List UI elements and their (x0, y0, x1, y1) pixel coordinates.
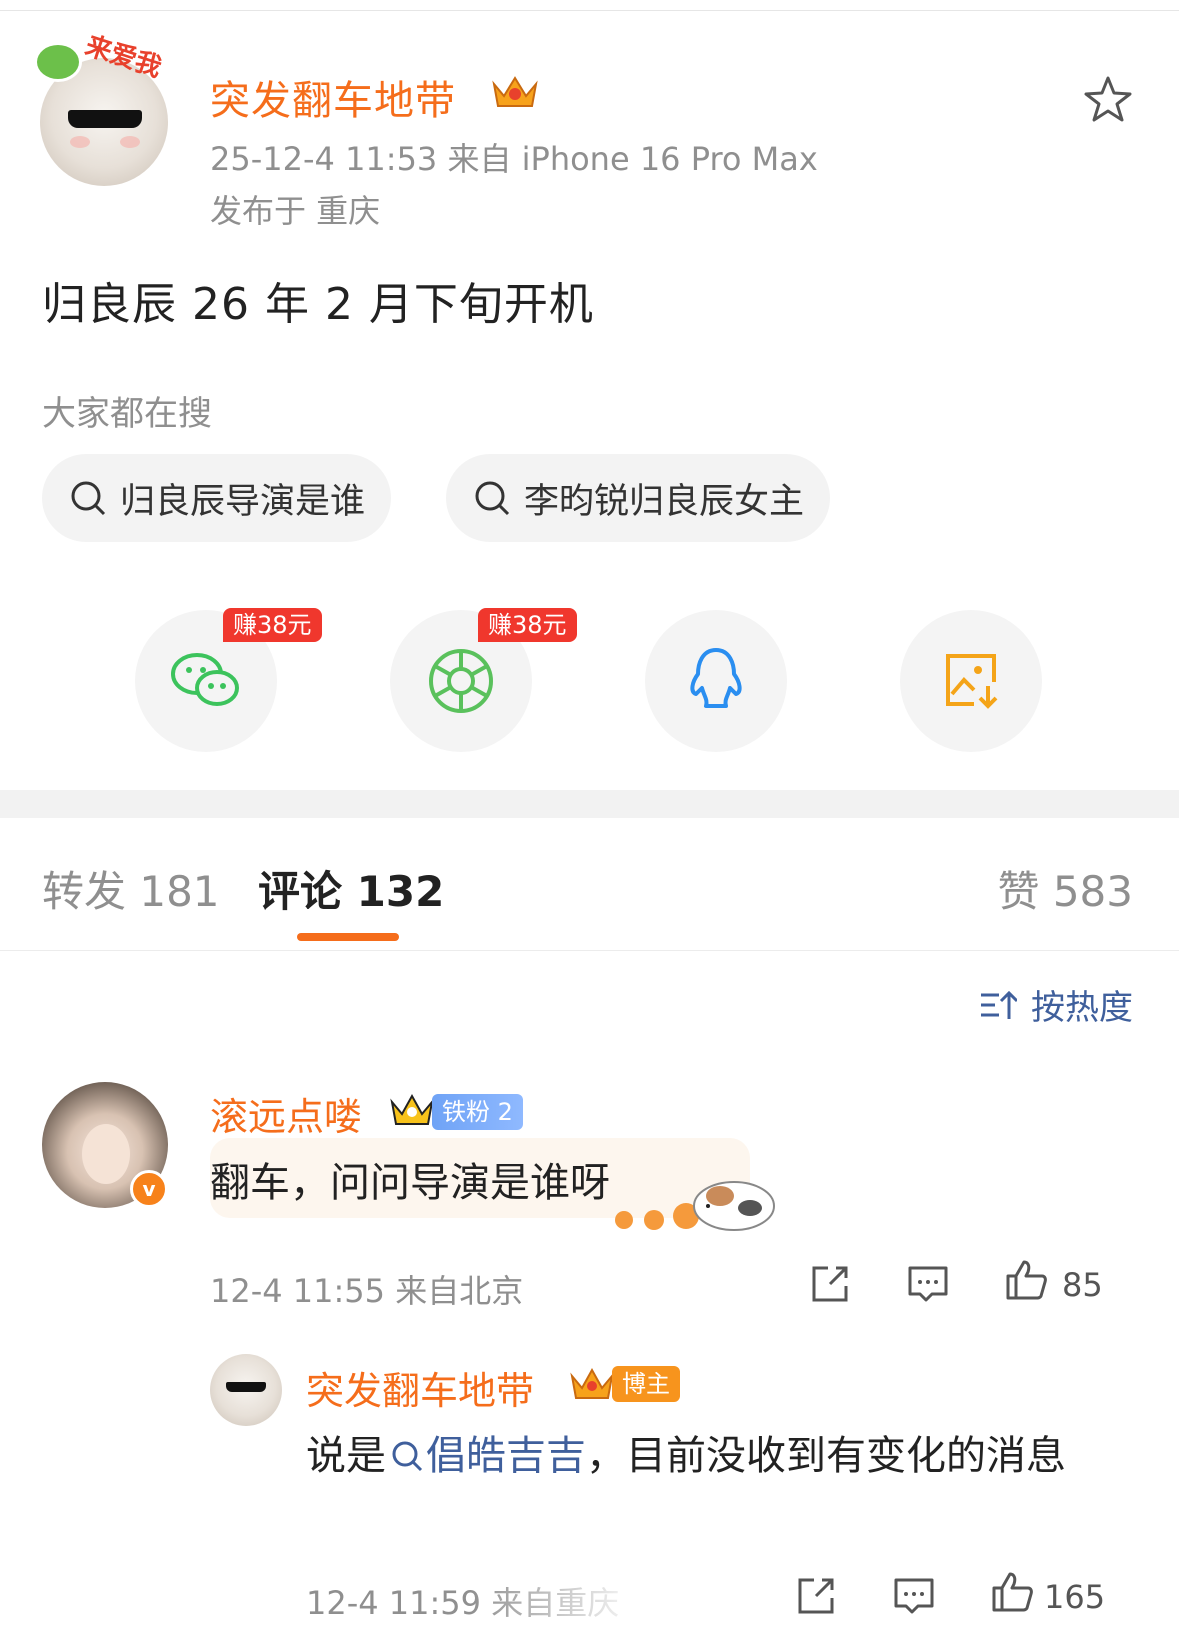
earn-badge: 赚38元 (478, 608, 577, 642)
reply-author-avatar[interactable] (210, 1354, 282, 1426)
search-chip-label: 归良辰导演是谁 (120, 481, 366, 522)
post-location: 发布于 重庆 (210, 192, 381, 230)
frog-sticker-icon (34, 42, 82, 82)
reply-icon[interactable] (892, 1574, 936, 1618)
tab-repost[interactable]: 转发 181 (42, 858, 220, 919)
sort-label: 按热度 (1031, 988, 1133, 1028)
reply-text-prefix: 说是 (306, 1433, 386, 1479)
share-icon[interactable] (794, 1574, 838, 1618)
tab-divider (0, 950, 1179, 951)
active-tab-indicator (297, 933, 399, 941)
commenter-name[interactable]: 滚远点喽 (210, 1086, 362, 1141)
post-meta: 25-12-4 11:53 来自 iPhone 16 Pro Max (210, 140, 818, 178)
reply-author-name[interactable]: 突发翻车地带 (306, 1360, 534, 1415)
share-qq-button[interactable] (645, 610, 787, 752)
like-count: 85 (1062, 1266, 1103, 1304)
wechat-icon (171, 653, 239, 706)
sunglasses-decoration (68, 110, 142, 128)
search-icon (392, 1441, 423, 1472)
like-icon[interactable] (990, 1570, 1034, 1614)
post-text: 归良辰 26 年 2 月下旬开机 (42, 279, 594, 330)
search-chip-label: 李昀锐归良辰女主 (524, 481, 805, 522)
fan-level-badge: 铁粉 2 (432, 1094, 523, 1130)
comment-time: 12-4 11:55 来自北京 (210, 1272, 524, 1310)
fan-crown-icon (390, 1093, 434, 1125)
verified-badge-icon: v (130, 1170, 168, 1208)
search-chip-2[interactable]: 李昀锐归良辰女主 (446, 454, 831, 542)
moments-icon (429, 649, 493, 713)
blogger-badge: 博主 (612, 1366, 680, 1402)
save-image-icon (946, 654, 998, 709)
guinea-pig-decoration-icon (615, 1181, 775, 1231)
search-icon (71, 481, 106, 516)
save-image-button[interactable] (900, 610, 1042, 752)
like-count: 165 (1044, 1578, 1106, 1616)
reply-icon[interactable] (906, 1262, 950, 1306)
like-icon[interactable] (1004, 1258, 1048, 1302)
favorite-star-icon[interactable] (1082, 74, 1134, 126)
avatar-cheek (120, 136, 140, 148)
tab-likes[interactable]: 赞 583 (997, 858, 1133, 919)
sort-icon (981, 990, 1017, 1019)
section-divider (0, 790, 1179, 818)
sort-button[interactable]: 按热度 (979, 980, 1133, 1029)
search-chip-1[interactable]: 归良辰导演是谁 (42, 454, 392, 542)
trending-search-label: 大家都在搜 (42, 394, 212, 434)
reply-search-link[interactable]: 倡皓吉吉 (386, 1433, 586, 1479)
qq-icon (690, 648, 742, 708)
crown-badge-icon (570, 1367, 614, 1399)
top-divider (0, 10, 1179, 11)
bottom-fade-overlay (470, 1580, 720, 1630)
author-name[interactable]: 突发翻车地带 (210, 68, 456, 126)
reply-text: 说是 倡皓吉吉，目前没收到有变化的消息 (306, 1424, 1136, 1488)
share-icon[interactable] (808, 1262, 852, 1306)
avatar-cheek (70, 136, 90, 148)
earn-badge: 赚38元 (223, 608, 322, 642)
reply-text-suffix: ，目前没收到有变化的消息 (586, 1433, 1066, 1479)
reply-link-label: 倡皓吉吉 (426, 1433, 586, 1479)
search-icon (475, 481, 510, 516)
tab-comments[interactable]: 评论 132 (258, 858, 444, 919)
comment-text: 翻车，问问导演是谁呀 (210, 1160, 610, 1206)
crown-badge-icon (492, 76, 538, 107)
